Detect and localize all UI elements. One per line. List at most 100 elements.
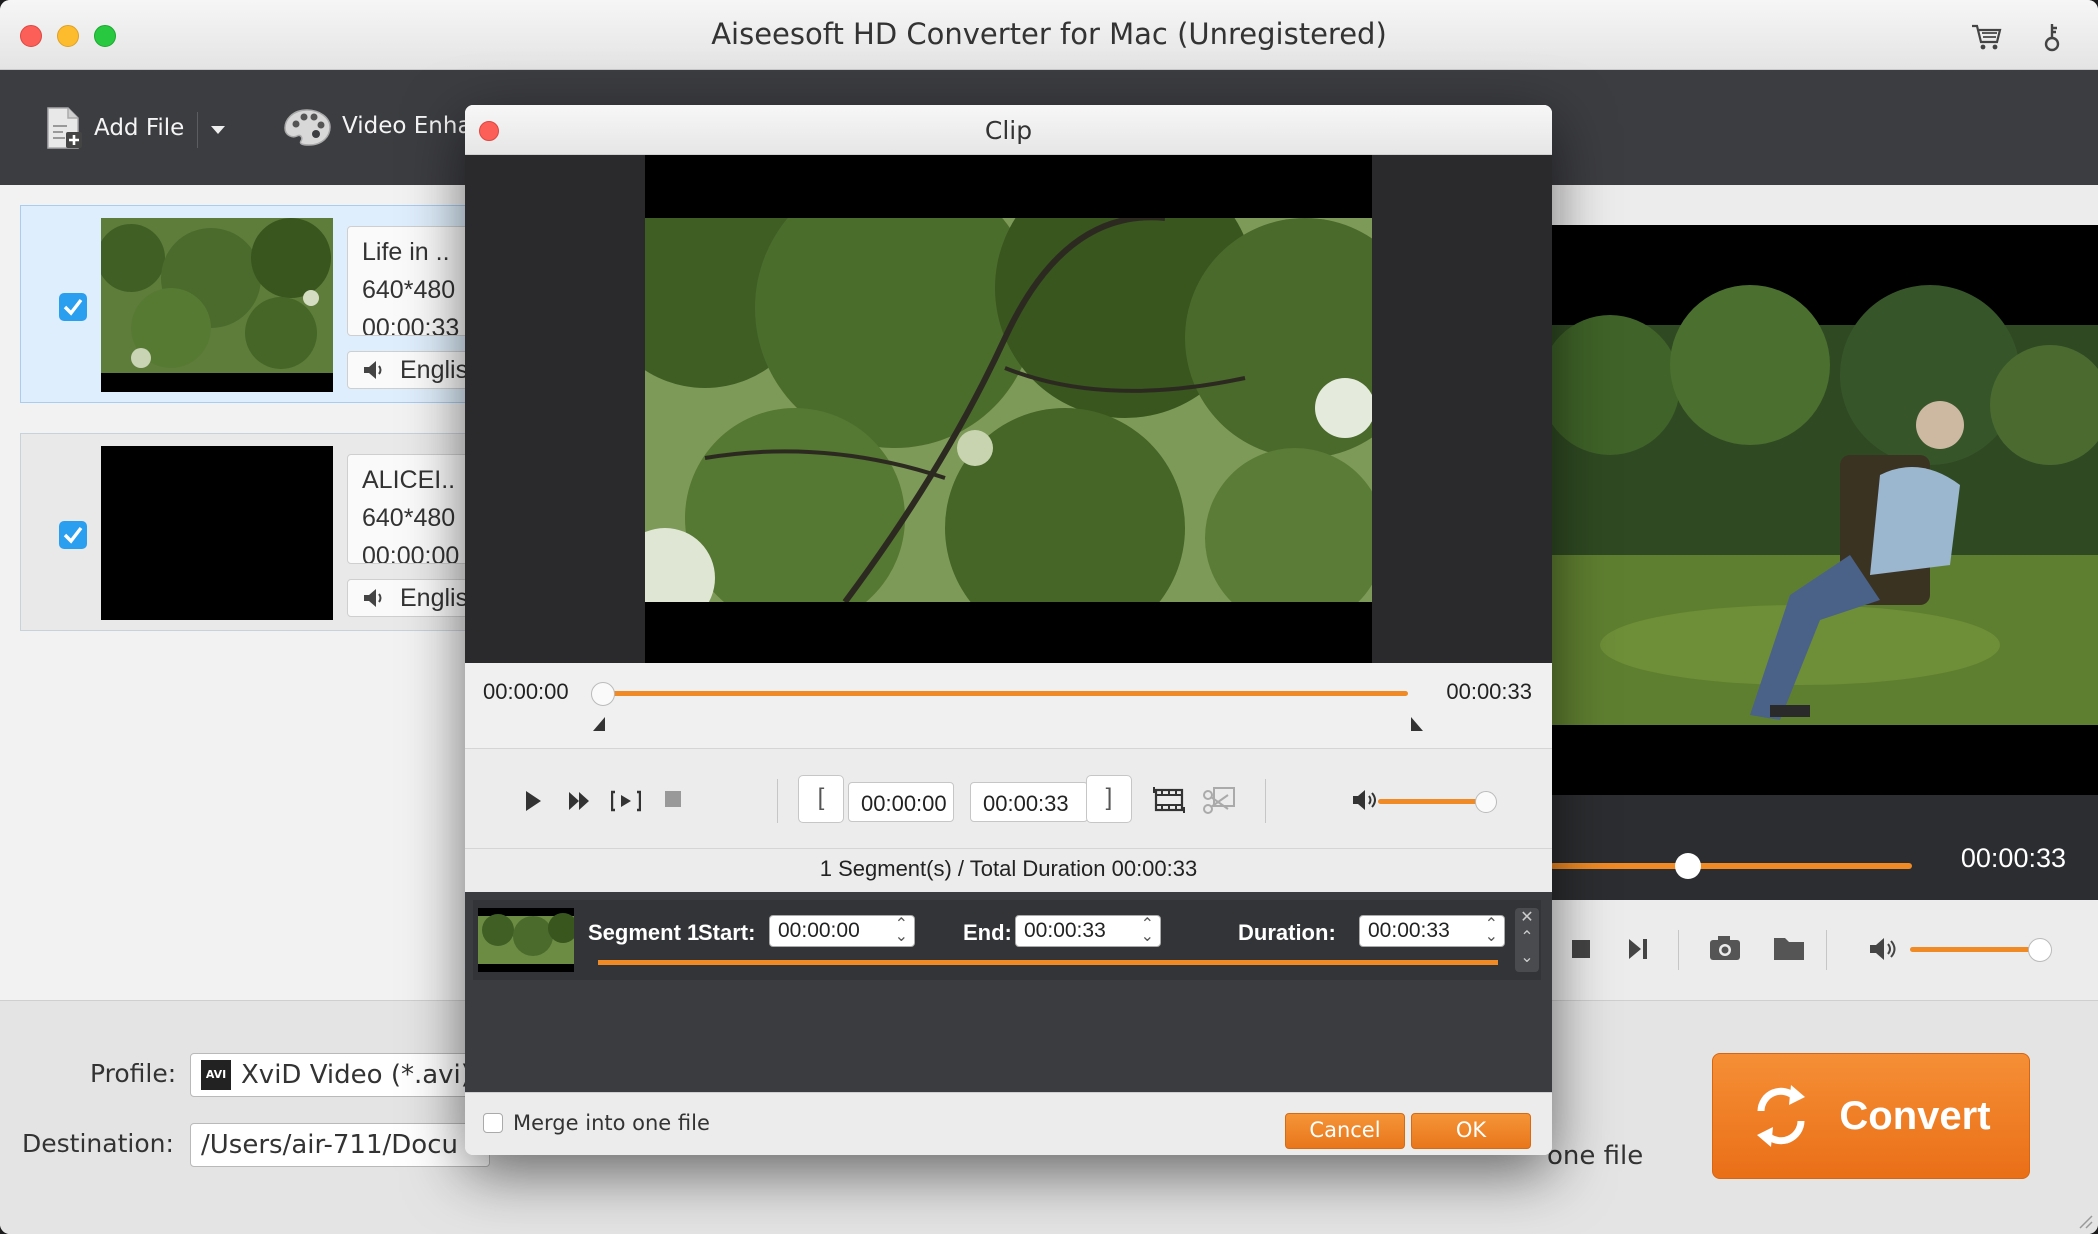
timeline-track[interactable]	[603, 691, 1408, 696]
file-checkbox[interactable]	[59, 293, 87, 321]
window-title: Aiseesoft HD Converter for Mac (Unregist…	[711, 17, 1387, 51]
control-separator	[1678, 930, 1679, 970]
destination-field[interactable]: /Users/air-711/Docu	[190, 1123, 490, 1167]
clip-controls: [ 00:00:00 00:00:33 ]	[465, 748, 1552, 848]
tree-canopy-frame-image	[645, 218, 1372, 602]
play-icon[interactable]	[523, 789, 543, 813]
delete-segment-icon[interactable]: ✕	[1520, 909, 1533, 926]
timeline-playhead[interactable]	[591, 682, 615, 706]
preview-frame-image	[1540, 225, 2098, 795]
ok-button[interactable]: OK	[1411, 1113, 1531, 1149]
title-bar: Aiseesoft HD Converter for Mac (Unregist…	[0, 0, 2098, 70]
start-time-field[interactable]: 00:00:00	[848, 782, 954, 822]
key-icon[interactable]	[2034, 18, 2070, 54]
clip-dialog-title: Clip	[984, 116, 1033, 145]
control-separator	[777, 779, 778, 823]
clip-video-viewport[interactable]	[645, 155, 1372, 663]
merge-into-one-file-label: one file	[1547, 1141, 1644, 1171]
move-down-icon[interactable]: ⌄	[1520, 949, 1533, 966]
fast-forward-icon[interactable]	[567, 789, 591, 813]
checkmark-icon	[63, 526, 83, 544]
segment-end-field[interactable]: 00:00:33 ⌃ ⌄	[1015, 915, 1161, 947]
segment-name: Segment 1	[588, 920, 700, 945]
segment-start-label: Start:	[698, 920, 756, 945]
merge-checkbox[interactable]	[483, 1113, 503, 1133]
clip-video-frame	[645, 218, 1372, 602]
volume-slider-track[interactable]	[1910, 947, 2040, 952]
segment-start-field[interactable]: 00:00:00 ⌃ ⌄	[769, 915, 915, 947]
timeline-end-time: 00:00:33	[1446, 679, 1532, 704]
folder-icon[interactable]	[1772, 934, 1806, 962]
start-marker-icon[interactable]	[591, 715, 607, 733]
split-clip-icon[interactable]	[1200, 785, 1236, 817]
next-frame-icon[interactable]	[1626, 936, 1650, 962]
new-clip-icon[interactable]	[1153, 785, 1185, 815]
volume-icon[interactable]	[1351, 787, 1379, 813]
checkmark-icon	[63, 298, 83, 316]
preview-progress-handle[interactable]	[1674, 853, 1701, 879]
segment-row[interactable]: Segment 1 Start: 00:00:00 ⌃ ⌄ End: 00:00:…	[473, 900, 1541, 980]
speaker-icon	[364, 361, 382, 379]
segment-thumbnail	[478, 908, 574, 972]
avi-format-icon: AVI	[201, 1060, 231, 1090]
convert-label: Convert	[1839, 1093, 1991, 1138]
end-time-field[interactable]: 00:00:33	[970, 782, 1088, 822]
preview-time: 00:00:33	[1960, 843, 2066, 873]
control-separator	[1265, 779, 1266, 823]
profile-select[interactable]: AVI XviD Video (*.avi)	[190, 1053, 490, 1097]
stop-icon[interactable]	[1570, 938, 1592, 960]
add-file-dropdown-icon[interactable]	[209, 124, 227, 136]
segment-range-bar	[598, 960, 1498, 965]
stop-icon[interactable]	[663, 789, 683, 809]
set-end-button[interactable]: ]	[1086, 775, 1132, 823]
camera-icon[interactable]	[1708, 934, 1742, 962]
cart-icon[interactable]	[1968, 18, 2004, 54]
app-window: Aiseesoft HD Converter for Mac (Unregist…	[0, 0, 2098, 1234]
preview-player[interactable]	[1540, 225, 2098, 795]
add-file-button[interactable]: Add File	[44, 106, 184, 150]
segment-summary: 1 Segment(s) / Total Duration 00:00:33	[465, 848, 1552, 892]
clip-dialog: Clip 00:00:00 00:00:33 [00:00:00 00:00:…	[465, 105, 1552, 1155]
cancel-button[interactable]: Cancel	[1285, 1113, 1405, 1149]
profile-label: Profile:	[90, 1059, 177, 1088]
stepper-icon[interactable]: ⌃ ⌄	[1141, 917, 1154, 945]
segment-thumbnail-image	[478, 908, 574, 972]
volume-icon[interactable]	[1868, 936, 1898, 962]
merge-label: Merge into one file	[513, 1111, 710, 1135]
clip-volume-track[interactable]	[1378, 799, 1488, 804]
toolbar-separator	[197, 112, 198, 148]
file-thumbnail[interactable]	[101, 218, 333, 392]
segment-duration-label: Duration:	[1238, 920, 1336, 945]
tree-canopy-thumbnail	[101, 218, 333, 392]
stepper-icon[interactable]: ⌃ ⌄	[1485, 917, 1498, 945]
file-item[interactable]: ALICEI.. 640*480 00:00:00 English	[20, 433, 507, 631]
stepper-icon[interactable]: ⌃ ⌄	[895, 917, 908, 945]
clip-volume-handle[interactable]	[1475, 791, 1497, 813]
segment-end-value: 00:00:33	[1024, 919, 1106, 942]
set-start-button[interactable]: [	[798, 775, 844, 823]
convert-button[interactable]: Convert	[1712, 1053, 2030, 1179]
add-file-icon	[47, 107, 82, 149]
resize-grip-icon[interactable]	[2074, 1210, 2094, 1230]
convert-arrows-icon	[1757, 1085, 1806, 1147]
volume-slider-handle[interactable]	[2028, 938, 2052, 962]
add-file-label: Add File	[94, 115, 185, 141]
segment-duration-value: 00:00:33	[1368, 919, 1450, 942]
file-thumbnail[interactable]	[101, 446, 333, 620]
file-checkbox[interactable]	[59, 521, 87, 549]
move-up-icon[interactable]: ⌃	[1520, 929, 1533, 946]
speaker-icon	[364, 589, 382, 607]
play-selection-icon[interactable]	[611, 789, 641, 813]
end-marker-icon[interactable]	[1409, 715, 1425, 733]
clip-video-area	[465, 155, 1552, 663]
segment-start-value: 00:00:00	[778, 919, 860, 942]
clip-dialog-titlebar: Clip	[465, 105, 1552, 155]
timeline-start-time: 00:00:00	[483, 679, 569, 704]
segment-duration-field[interactable]: 00:00:33 ⌃ ⌄	[1359, 915, 1505, 947]
preview-timeline: 00:00:33	[1550, 795, 2098, 900]
file-item[interactable]: Life in .. 640*480 00:00:33 English	[20, 205, 507, 403]
video-enhance-button[interactable]: Video Enhan	[282, 106, 486, 146]
clip-timeline: 00:00:00 00:00:33	[465, 663, 1552, 748]
segment-actions[interactable]: ✕ ⌃ ⌄	[1515, 908, 1539, 972]
preview-progress-track[interactable]	[1550, 863, 1912, 869]
